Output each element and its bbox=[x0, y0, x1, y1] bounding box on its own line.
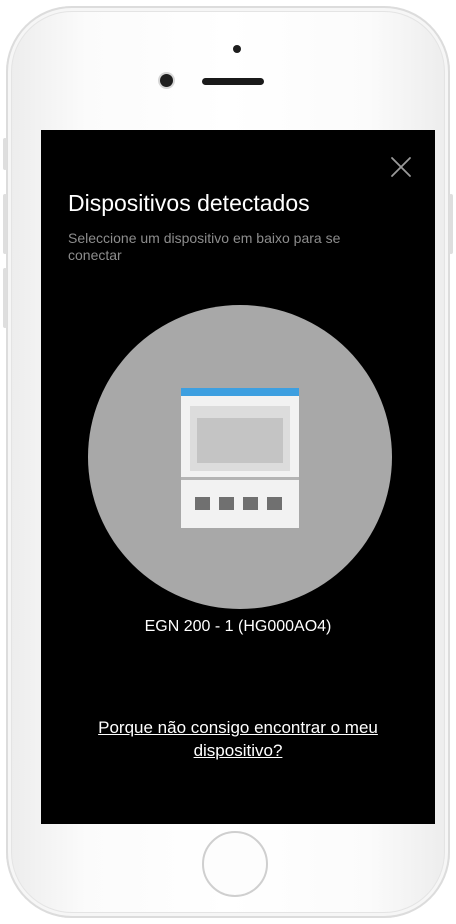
page-title: Dispositivos detectados bbox=[68, 190, 310, 216]
close-button[interactable] bbox=[386, 152, 416, 182]
device-card[interactable] bbox=[88, 305, 392, 609]
phone-frame: Dispositivos detectados Seleccione um di… bbox=[3, 6, 453, 918]
proximity-sensor bbox=[233, 45, 241, 53]
control-panel-device-icon bbox=[181, 388, 299, 528]
side-button-volume-up bbox=[3, 194, 7, 254]
phone-screen: Dispositivos detectados Seleccione um di… bbox=[41, 130, 435, 824]
side-button-silent bbox=[3, 138, 7, 170]
front-camera bbox=[160, 74, 173, 87]
cannot-find-device-link[interactable]: Porque não consigo encontrar o meu dispo… bbox=[61, 716, 415, 762]
page-subtitle: Seleccione um dispositivo em baixo para … bbox=[68, 230, 341, 263]
side-button-volume-down bbox=[3, 268, 7, 328]
home-button[interactable] bbox=[202, 831, 268, 897]
earpiece-speaker bbox=[202, 78, 264, 85]
device-name-label[interactable]: EGN 200 - 1 (HG000AO4) bbox=[41, 618, 435, 636]
side-button-power bbox=[449, 194, 453, 254]
close-icon bbox=[391, 157, 411, 177]
